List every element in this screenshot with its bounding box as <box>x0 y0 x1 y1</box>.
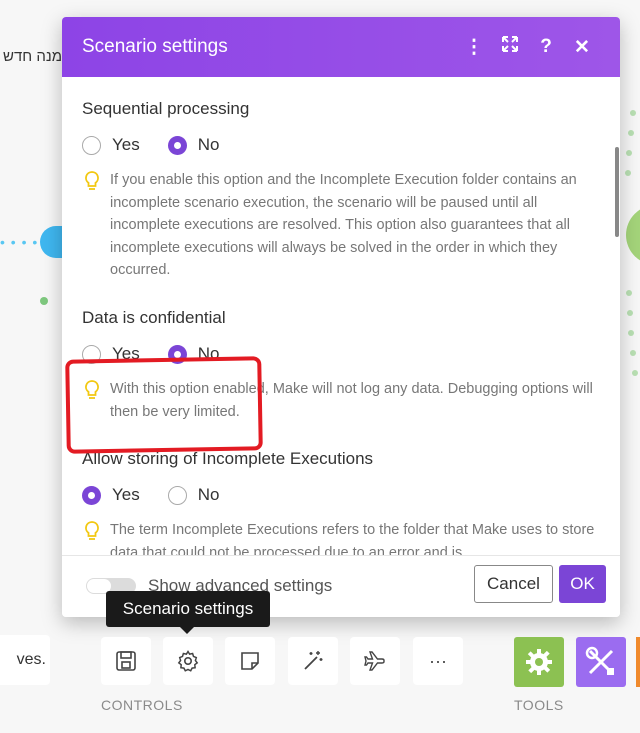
scenario-settings-button[interactable] <box>163 637 213 685</box>
section-label: Sequential processing <box>82 99 250 118</box>
more-vertical-icon[interactable]: ⋮ <box>456 36 492 59</box>
sequential-processing-section: Sequential processing Yes No If you enab… <box>82 99 596 282</box>
auto-align-button[interactable] <box>288 637 338 685</box>
lightbulb-icon <box>85 171 99 190</box>
radio-circle-checked[interactable] <box>82 485 101 505</box>
hint-text: If you enable this option and the Incomp… <box>110 172 577 278</box>
save-button[interactable] <box>101 637 151 685</box>
connection-dots: • • • • <box>0 234 39 250</box>
incomplete-yes-radio[interactable]: Yes <box>82 485 140 505</box>
close-icon[interactable]: ✕ <box>564 36 600 59</box>
radio-circle-checked[interactable] <box>167 135 187 155</box>
sequential-no-radio[interactable]: No <box>167 135 220 155</box>
save-icon <box>116 651 136 671</box>
help-icon[interactable]: ? <box>528 36 564 58</box>
dialog-header: Scenario settings ⋮ ? ✕ <box>62 17 620 77</box>
magic-wand-icon <box>304 651 323 670</box>
tooltip: Scenario settings <box>106 591 270 627</box>
toolbar-truncated-text: ves. <box>0 635 50 685</box>
tools-settings-button[interactable] <box>514 637 564 687</box>
radio-circle[interactable] <box>82 135 101 155</box>
hint: The term Incomplete Executions refers to… <box>82 519 596 555</box>
tools-button[interactable] <box>576 637 626 687</box>
note-icon <box>241 652 259 670</box>
tools-icon <box>585 646 614 675</box>
expand-icon[interactable] <box>492 35 528 59</box>
radio-label: No <box>197 135 220 154</box>
incomplete-executions-section: Allow storing of Incomplete Executions Y… <box>82 449 596 555</box>
sequential-yes-radio[interactable]: Yes <box>82 135 140 155</box>
dialog-title: Scenario settings <box>82 36 228 57</box>
dialog-body[interactable]: Sequential processing Yes No If you enab… <box>62 77 620 555</box>
ok-button[interactable]: OK <box>559 565 606 603</box>
gear-icon <box>526 649 552 675</box>
background-label: מנה חדש <box>3 48 62 65</box>
notes-button[interactable] <box>225 637 275 685</box>
gear-icon <box>177 650 199 672</box>
tools-orange-edge[interactable] <box>636 637 640 687</box>
airplane-icon <box>364 651 385 671</box>
lightbulb-icon <box>85 521 99 540</box>
radio-label: Yes <box>112 135 140 154</box>
scrollbar[interactable] <box>614 77 620 555</box>
cancel-button[interactable]: Cancel <box>474 565 553 603</box>
scrollbar-thumb[interactable] <box>615 147 619 237</box>
radio-label: Yes <box>112 485 140 504</box>
hint-text: The term Incomplete Executions refers to… <box>110 522 595 555</box>
status-dot <box>40 297 48 305</box>
incomplete-no-radio[interactable]: No <box>167 485 220 505</box>
section-label: Data is confidential <box>82 308 226 327</box>
explain-flow-button[interactable] <box>350 637 400 685</box>
more-horizontal-icon[interactable]: ··· <box>413 637 463 685</box>
tools-caption: TOOLS <box>514 697 564 713</box>
scenario-settings-dialog: Scenario settings ⋮ ? ✕ Sequential proce… <box>62 17 620 617</box>
tooltip-arrow <box>180 627 194 634</box>
controls-caption: CONTROLS <box>101 697 183 713</box>
highlight-annotation <box>65 356 263 454</box>
hint: If you enable this option and the Incomp… <box>82 169 596 282</box>
radio-label: No <box>197 485 220 504</box>
radio-circle[interactable] <box>167 485 187 505</box>
